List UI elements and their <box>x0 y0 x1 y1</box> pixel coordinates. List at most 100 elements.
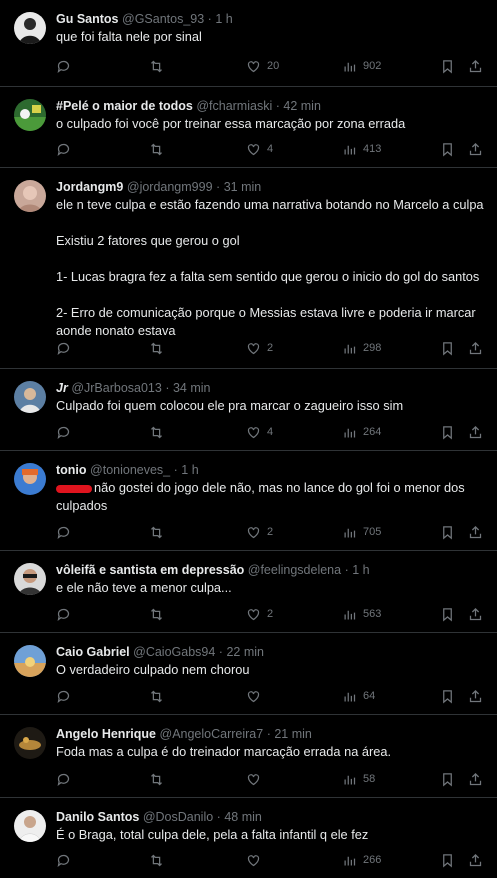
views-button[interactable]: 902 <box>342 57 381 75</box>
reply-button[interactable] <box>56 851 77 869</box>
user-handle[interactable]: @DosDanilo <box>143 810 213 824</box>
avatar[interactable] <box>14 12 46 44</box>
user-name[interactable]: Gu Santos <box>56 12 119 26</box>
like-button[interactable]: 2 <box>246 605 273 623</box>
retweet-button[interactable] <box>149 57 170 75</box>
user-name[interactable]: Caio Gabriel <box>56 645 130 659</box>
avatar[interactable] <box>14 381 46 413</box>
bookmark-button[interactable] <box>440 770 455 788</box>
user-name[interactable]: Jr <box>56 381 68 395</box>
tweet[interactable]: Jr @JrBarbosa013 · 34 min Culpado foi qu… <box>0 369 497 451</box>
retweet-button[interactable] <box>149 523 170 541</box>
share-button[interactable] <box>468 687 483 705</box>
like-button[interactable]: 20 <box>246 57 279 75</box>
timestamp[interactable]: 34 min <box>173 381 211 395</box>
reply-button[interactable] <box>56 339 77 357</box>
tweet[interactable]: #Pelé o maior de todos @fcharmiaski · 42… <box>0 87 497 168</box>
share-button[interactable] <box>468 140 483 158</box>
user-name[interactable]: Danilo Santos <box>56 810 139 824</box>
user-handle[interactable]: @AngeloCarreira7 <box>160 727 264 741</box>
timestamp[interactable]: 1 h <box>215 12 232 26</box>
tweet[interactable]: Danilo Santos @DosDanilo · 48 min É o Br… <box>0 798 497 878</box>
views-button[interactable]: 58 <box>342 770 375 788</box>
like-button[interactable]: 2 <box>246 523 273 541</box>
timestamp[interactable]: 22 min <box>226 645 264 659</box>
like-button[interactable] <box>246 851 267 869</box>
timestamp[interactable]: 1 h <box>352 563 369 577</box>
reply-button[interactable] <box>56 687 77 705</box>
bookmark-button[interactable] <box>440 423 455 441</box>
share-button[interactable] <box>468 770 483 788</box>
like-button[interactable] <box>246 687 267 705</box>
bookmark-button[interactable] <box>440 523 455 541</box>
avatar[interactable] <box>14 463 46 495</box>
retweet-button[interactable] <box>149 770 170 788</box>
reply-button[interactable] <box>56 770 77 788</box>
views-button[interactable]: 298 <box>342 339 381 357</box>
user-name[interactable]: Jordangm9 <box>56 180 123 194</box>
user-name[interactable]: Angelo Henrique <box>56 727 156 741</box>
timestamp[interactable]: 31 min <box>224 180 262 194</box>
reply-button[interactable] <box>56 605 77 623</box>
retweet-button[interactable] <box>149 140 170 158</box>
bookmark-button[interactable] <box>440 339 455 357</box>
bookmark-button[interactable] <box>440 57 455 75</box>
bookmark-button[interactable] <box>440 605 455 623</box>
avatar[interactable] <box>14 180 46 212</box>
like-button[interactable]: 4 <box>246 423 273 441</box>
user-handle[interactable]: @JrBarbosa013 <box>71 381 162 395</box>
bookmark-button[interactable] <box>440 687 455 705</box>
timestamp[interactable]: 48 min <box>224 810 262 824</box>
tweet[interactable]: Caio Gabriel @CaioGabs94 · 22 min O verd… <box>0 633 497 715</box>
like-button[interactable] <box>246 770 267 788</box>
user-handle[interactable]: @fcharmiaski <box>196 99 272 113</box>
tweet[interactable]: vôleifã e santista em depressão @feeling… <box>0 551 497 633</box>
retweet-button[interactable] <box>149 605 170 623</box>
views-button[interactable]: 413 <box>342 140 381 158</box>
user-name[interactable]: tonio <box>56 463 87 477</box>
reply-button[interactable] <box>56 140 77 158</box>
bookmark-button[interactable] <box>440 140 455 158</box>
share-button[interactable] <box>468 423 483 441</box>
avatar[interactable] <box>14 563 46 595</box>
user-handle[interactable]: @jordangm999 <box>127 180 213 194</box>
reply-button[interactable] <box>56 423 77 441</box>
reply-button[interactable] <box>56 57 77 75</box>
views-button[interactable]: 64 <box>342 687 375 705</box>
user-handle[interactable]: @feelingsdelena <box>248 563 341 577</box>
reply-button[interactable] <box>56 523 77 541</box>
share-button[interactable] <box>468 605 483 623</box>
share-button[interactable] <box>468 57 483 75</box>
timestamp[interactable]: 21 min <box>274 727 312 741</box>
like-button[interactable]: 2 <box>246 339 273 357</box>
views-button[interactable]: 705 <box>342 523 381 541</box>
retweet-button[interactable] <box>149 339 170 357</box>
timestamp[interactable]: 42 min <box>283 99 321 113</box>
views-icon <box>342 425 357 440</box>
avatar[interactable] <box>14 727 46 759</box>
avatar[interactable] <box>14 645 46 677</box>
user-handle[interactable]: @tonioneves_ <box>90 463 170 477</box>
tweet[interactable]: Angelo Henrique @AngeloCarreira7 · 21 mi… <box>0 715 497 798</box>
views-button[interactable]: 266 <box>342 851 381 869</box>
tweet[interactable]: tonio @tonioneves_ · 1 h não gostei do j… <box>0 451 497 551</box>
user-name[interactable]: vôleifã e santista em depressão <box>56 563 244 577</box>
views-button[interactable]: 264 <box>342 423 381 441</box>
retweet-button[interactable] <box>149 687 170 705</box>
tweet[interactable]: Gu Santos @GSantos_93 · 1 h que foi falt… <box>0 0 497 87</box>
timestamp[interactable]: 1 h <box>181 463 198 477</box>
user-handle[interactable]: @GSantos_93 <box>122 12 204 26</box>
share-button[interactable] <box>468 523 483 541</box>
user-handle[interactable]: @CaioGabs94 <box>133 645 215 659</box>
retweet-button[interactable] <box>149 851 170 869</box>
user-name[interactable]: #Pelé o maior de todos <box>56 99 193 113</box>
share-button[interactable] <box>468 339 483 357</box>
tweet[interactable]: Jordangm9 @jordangm999 · 31 min ele n te… <box>0 168 497 369</box>
retweet-button[interactable] <box>149 423 170 441</box>
avatar[interactable] <box>14 99 46 131</box>
bookmark-button[interactable] <box>440 851 455 869</box>
like-button[interactable]: 4 <box>246 140 273 158</box>
share-button[interactable] <box>468 851 483 869</box>
views-button[interactable]: 563 <box>342 605 381 623</box>
avatar[interactable] <box>14 810 46 842</box>
